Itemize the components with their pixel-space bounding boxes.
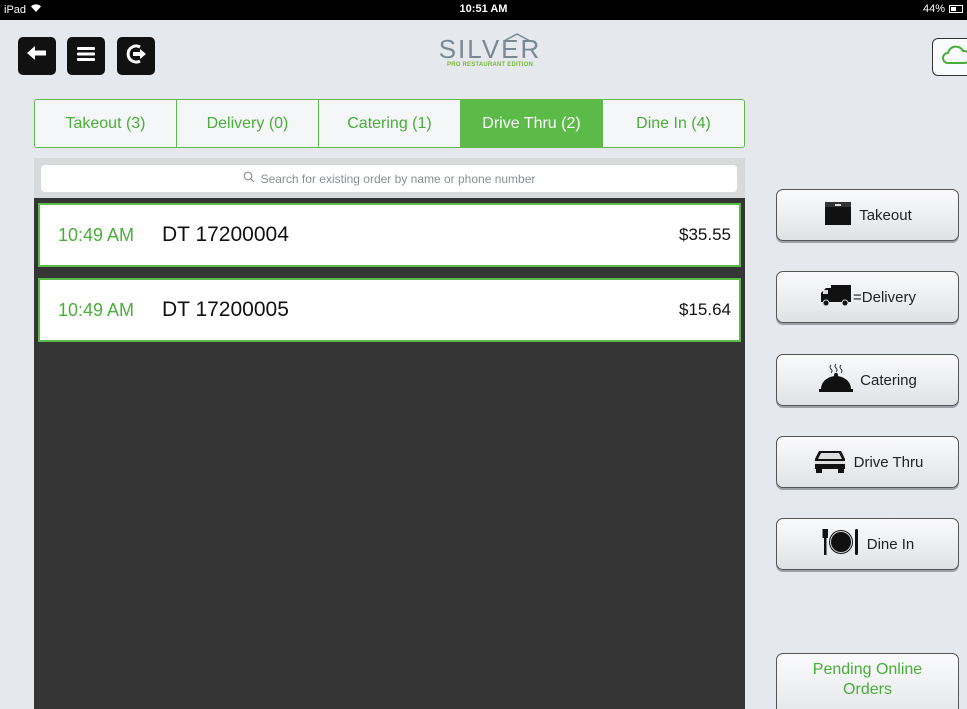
battery-icon <box>949 5 963 13</box>
order-amount: $15.64 <box>679 300 731 319</box>
tab-delivery[interactable]: Delivery (0) <box>177 100 319 147</box>
order-id: DT 17200005 <box>162 298 289 321</box>
order-time: 10:49 AM <box>58 224 135 245</box>
battery-percent: 44% <box>922 3 945 15</box>
logout-button[interactable] <box>117 37 155 75</box>
orders-panel: Search for existing order by name or pho… <box>34 158 745 709</box>
logo-subtitle: PRO RESTAURANT EDITION <box>447 62 533 68</box>
order-row[interactable]: 10:49 AM DT 17200005 $15.64 <box>38 278 741 342</box>
search-placeholder: Search for existing order by name or pho… <box>260 171 536 186</box>
pending-label: Pending Online Orders <box>812 661 923 698</box>
new-catering-button[interactable]: Catering <box>776 354 959 406</box>
search-icon <box>243 171 255 186</box>
status-bar: iPad 10:51 AM 44% <box>0 0 967 20</box>
catering-label: Catering <box>860 371 917 389</box>
back-button[interactable] <box>18 37 56 75</box>
dine-in-label: Dine In <box>866 535 915 553</box>
plate-cutlery-icon <box>821 527 861 561</box>
drive-thru-label: Drive Thru <box>853 453 924 471</box>
delivery-truck-icon <box>819 283 853 311</box>
order-type-tabs: Takeout (3) Delivery (0) Catering (1) Dr… <box>34 99 745 148</box>
new-drive-thru-button[interactable]: Drive Thru <box>776 436 959 488</box>
takeout-box-icon <box>823 200 853 230</box>
order-time: 10:49 AM <box>58 299 135 320</box>
tab-catering[interactable]: Catering (1) <box>319 100 461 147</box>
cloud-sync-button[interactable] <box>932 38 967 76</box>
tab-takeout[interactable]: Takeout (3) <box>35 100 177 147</box>
car-icon <box>812 447 848 477</box>
pending-online-orders-button[interactable]: Pending Online Orders <box>776 653 959 709</box>
tab-drive-thru[interactable]: Drive Thru (2) <box>461 100 603 147</box>
logo-roof-icon <box>503 33 531 42</box>
app-logo: SILVER PRO RESTAURANT EDITION <box>430 33 550 68</box>
order-amount: $35.55 <box>679 225 731 244</box>
takeout-label: Takeout <box>859 206 912 224</box>
new-dine-in-button[interactable]: Dine In <box>776 518 959 570</box>
cloud-icon <box>941 45 967 70</box>
delivery-label: =Delivery <box>853 288 916 306</box>
header: SILVER PRO RESTAURANT EDITION <box>0 20 967 84</box>
new-delivery-button[interactable]: =Delivery <box>776 271 959 323</box>
menu-button[interactable] <box>67 37 105 75</box>
order-id: DT 17200004 <box>162 223 289 246</box>
catering-cloche-icon <box>818 363 854 397</box>
status-time: 10:51 AM <box>459 3 508 15</box>
tab-dine-in[interactable]: Dine In (4) <box>603 100 744 147</box>
status-right: 44% <box>923 3 963 15</box>
back-arrow-icon <box>26 45 48 68</box>
search-bar: Search for existing order by name or pho… <box>34 158 745 198</box>
hamburger-icon <box>76 46 96 67</box>
order-row[interactable]: 10:49 AM DT 17200004 $35.55 <box>38 203 741 267</box>
logo-title: SILVER <box>438 34 542 64</box>
logout-icon <box>125 43 147 70</box>
new-takeout-button[interactable]: Takeout <box>776 189 959 241</box>
search-input[interactable]: Search for existing order by name or pho… <box>41 165 737 192</box>
